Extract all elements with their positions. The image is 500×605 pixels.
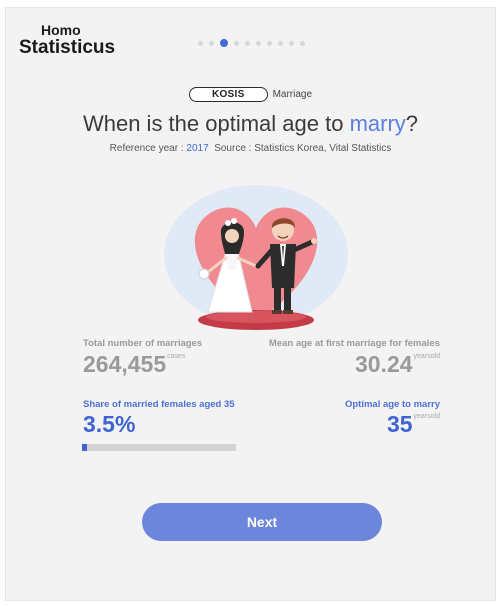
- pagination-dot-active[interactable]: [220, 39, 228, 47]
- optimal-age-label: Optimal age to marry: [344, 399, 440, 410]
- question-title: When is the optimal age to marry?: [82, 111, 419, 136]
- pagination-dot[interactable]: [234, 40, 239, 46]
- pagination-dot[interactable]: [278, 40, 283, 46]
- total-marriages-value: 264,455cases: [83, 351, 186, 377]
- reference-year: 2017: [186, 143, 209, 154]
- pagination-dot[interactable]: [245, 40, 250, 46]
- topic-tag: KOSIS Marriage: [6, 87, 495, 102]
- mean-age-females-label: Mean age at first marriage for females: [268, 338, 440, 349]
- share-married-35-value: 3.5%: [83, 411, 136, 437]
- reference-info: Reference year : 2017 Source : Statistic…: [109, 143, 392, 154]
- pagination-dot[interactable]: [198, 40, 203, 46]
- pagination-dots: [198, 39, 305, 47]
- wedding-couple-illustration: [164, 185, 348, 330]
- topic-label: Marriage: [272, 89, 313, 100]
- pagination-dot[interactable]: [289, 40, 294, 46]
- share-progress-fill: [82, 444, 88, 451]
- share-progress-bar: [82, 444, 236, 451]
- total-marriages-label: Total number of marriages: [83, 338, 203, 349]
- pagination-dot[interactable]: [300, 40, 305, 46]
- next-button[interactable]: Next: [142, 503, 382, 541]
- optimal-age-value: 35yearsold: [386, 411, 440, 437]
- pagination-dot[interactable]: [267, 40, 272, 46]
- source-text: Source : Statistics Korea, Vital Statist…: [214, 143, 392, 154]
- pagination-dot[interactable]: [256, 40, 261, 46]
- homo-statisticus-logo: Homo Statisticus: [19, 22, 116, 58]
- mean-age-females-value: 30.24yearsold: [354, 351, 440, 377]
- pagination-dot[interactable]: [209, 40, 214, 46]
- kosis-pill: KOSIS: [188, 87, 268, 102]
- share-married-35-label: Share of married females aged 35: [83, 399, 235, 410]
